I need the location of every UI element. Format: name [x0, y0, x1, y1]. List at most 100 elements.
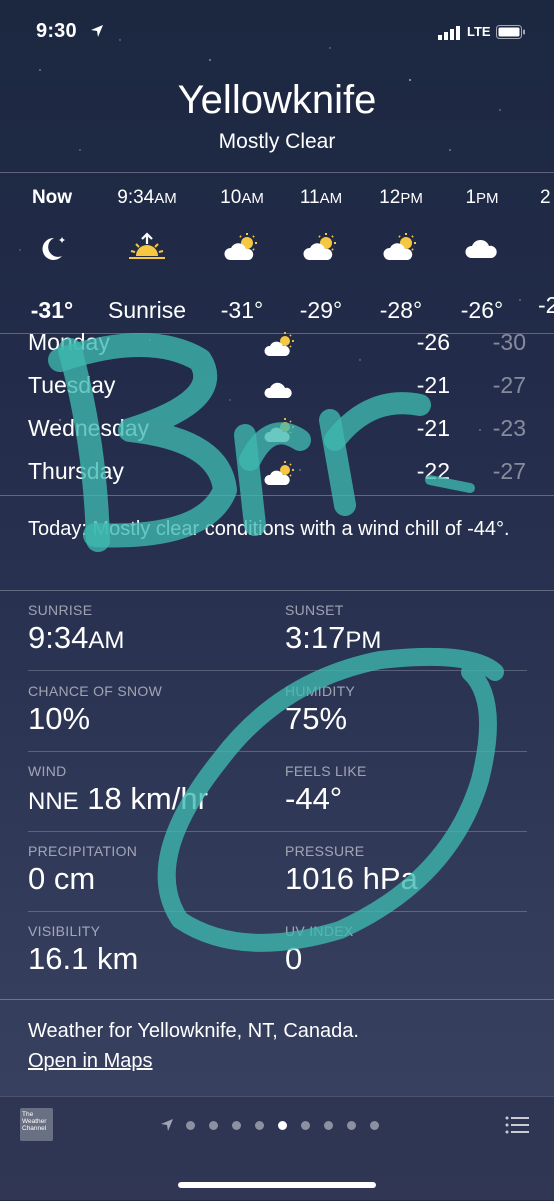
detail-humidity: HUMIDITY 75% [285, 683, 525, 737]
hour-ampm: PM [400, 190, 423, 207]
today-summary: Today: Mostly clear conditions with a wi… [28, 518, 510, 540]
detail-uv-index: UV INDEX 0 [285, 923, 525, 977]
divider [28, 911, 527, 912]
day-high: -21 [416, 372, 450, 398]
day-low: -23 [492, 415, 526, 441]
hour-time: 2 [540, 187, 551, 208]
detail-pressure: PRESSURE 1016 hPa [285, 843, 525, 897]
page-dot [324, 1120, 333, 1130]
day-row: Tuesday -21 -27 [0, 368, 554, 410]
divider [28, 670, 527, 671]
detail-value: 16.1 km [28, 941, 139, 976]
hour-ampm: AM [319, 190, 343, 207]
page-dot-active [278, 1120, 287, 1130]
open-in-maps-link[interactable]: Open in Maps [28, 1050, 153, 1073]
hour-time: Now [31, 187, 73, 208]
hour-temp: -2 [538, 292, 554, 318]
hour-time: 12 [379, 187, 401, 208]
hour-time: 9:34 [117, 187, 155, 208]
day-name: Monday [28, 329, 110, 355]
day-row: Thursday -22 -27 [0, 454, 554, 496]
page-indicator[interactable] [160, 1118, 393, 1132]
location-arrow-icon [91, 25, 103, 37]
status-time: 9:30 [36, 20, 77, 42]
cloud-icon [264, 382, 292, 398]
hour-time: 1 [465, 187, 477, 208]
city-name: Yellowknife [177, 78, 377, 122]
detail-label: FEELS LIKE [285, 763, 367, 779]
home-indicator[interactable] [178, 1182, 376, 1188]
detail-label: UV INDEX [285, 923, 354, 939]
hour-temp: Sunrise [108, 297, 186, 323]
hour-ampm: PM [476, 190, 499, 207]
detail-unit: PM [345, 627, 382, 654]
page-dot [186, 1120, 195, 1130]
divider [0, 495, 554, 496]
day-high: -21 [416, 415, 450, 441]
day-name: Wednesday [28, 415, 150, 441]
partly-cloudy-sun-icon [224, 233, 257, 260]
detail-value: 75% [285, 701, 348, 736]
detail-label: SUNRISE [28, 602, 93, 618]
hour-temp: -28° [379, 297, 423, 323]
hour-temp: -31° [30, 297, 74, 323]
day-high: -26 [416, 329, 450, 355]
detail-precipitation: PRECIPITATION 0 cm [28, 843, 268, 897]
list-icon[interactable] [505, 1116, 529, 1134]
detail-value: 3:17 [285, 620, 346, 655]
day-name: Thursday [28, 458, 124, 484]
hour-item: 9:34AM Sunrise [102, 184, 192, 325]
detail-label: VISIBILITY [28, 923, 101, 939]
detail-sunrise: SUNRISE 9:34AM [28, 602, 268, 656]
detail-label: WIND [28, 763, 67, 779]
hour-ampm: AM [154, 190, 177, 207]
divider [28, 751, 527, 752]
day-low: -27 [492, 458, 526, 484]
detail-label: HUMIDITY [285, 683, 356, 699]
detail-value: 9:34 [28, 620, 89, 655]
partly-cloudy-sun-icon [383, 233, 416, 260]
day-name: Tuesday [28, 372, 116, 398]
partly-cloudy-sun-icon [264, 418, 294, 442]
battery-icon [496, 25, 525, 39]
current-condition: Mostly Clear [218, 130, 336, 153]
divider [0, 590, 554, 591]
detail-sunset: SUNSET 3:17PM [285, 602, 525, 656]
moon-stars-icon [42, 237, 65, 260]
detail-visibility: VISIBILITY 16.1 km [28, 923, 268, 977]
cloud-icon [465, 239, 497, 258]
hour-time: 11 [299, 187, 320, 208]
day-high: -22 [416, 458, 450, 484]
day-row: Monday -26 -30 [0, 325, 554, 367]
hour-temp: -31° [220, 297, 264, 323]
weather-channel-logo[interactable]: The Weather Channel [20, 1108, 53, 1141]
hour-temp: -29° [299, 297, 343, 323]
hour-ampm: AM [241, 190, 264, 207]
wind-direction: NNE [28, 788, 79, 815]
partly-cloudy-sun-icon [264, 461, 294, 485]
detail-value: 1016 hPa [285, 861, 418, 896]
page-dot [232, 1120, 241, 1130]
hour-temp: -26° [460, 297, 504, 323]
hour-item: 10AM -31° [197, 184, 287, 325]
weather-for-label: Weather for Yellowknife, NT, Canada. [28, 1020, 359, 1042]
detail-value: -44° [285, 781, 343, 816]
detail-chance-of-snow: CHANCE OF SNOW 10% [28, 683, 268, 737]
hour-item: 11AM -29° [276, 184, 366, 325]
day-low: -30 [492, 329, 526, 355]
page-dot [209, 1120, 218, 1130]
network-type: LTE [467, 24, 491, 39]
detail-value: 0 cm [28, 861, 96, 896]
divider [0, 172, 554, 173]
detail-label: PRESSURE [285, 843, 365, 859]
signal-icon [438, 26, 460, 40]
detail-value: 18 km/hr [87, 781, 208, 816]
detail-wind: WIND NNE 18 km/hr [28, 763, 268, 817]
divider [0, 999, 554, 1000]
detail-label: SUNSET [285, 602, 344, 618]
detail-feels-like: FEELS LIKE -44° [285, 763, 525, 817]
detail-value: 10% [28, 701, 91, 736]
partly-cloudy-sun-icon [264, 332, 294, 356]
day-low: -27 [492, 372, 526, 398]
hour-time: 10 [220, 187, 242, 208]
